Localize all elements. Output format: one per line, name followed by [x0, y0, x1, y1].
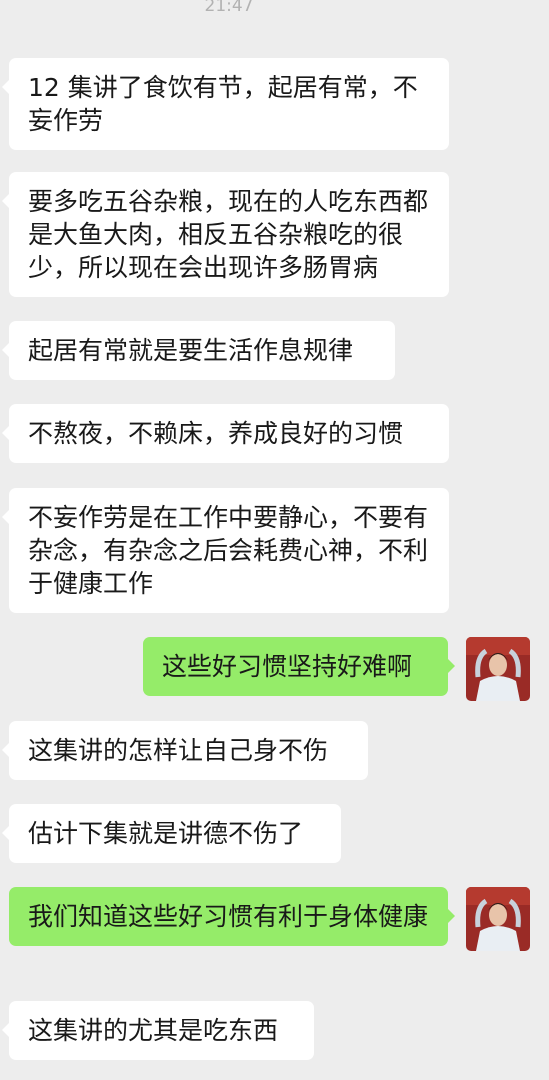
- message-bubble-outgoing[interactable]: 这些好习惯坚持好难啊: [143, 637, 455, 696]
- message-bubble-incoming[interactable]: 不熬夜，不赖床，养成良好的习惯: [2, 404, 449, 463]
- user-avatar[interactable]: [466, 637, 530, 701]
- user-avatar-icon: [466, 887, 530, 951]
- user-avatar[interactable]: [466, 887, 530, 951]
- message-bubble-outgoing[interactable]: 我们知道这些好习惯有利于身体健康: [9, 887, 455, 946]
- message-bubble-incoming[interactable]: 不妄作劳是在工作中要静心，不要有杂念，有杂念之后会耗费心神，不利于健康工作: [2, 488, 449, 613]
- chat-timestamp: 21:47: [204, 0, 254, 16]
- user-avatar-icon: [466, 637, 530, 701]
- message-bubble-incoming[interactable]: 要多吃五谷杂粮，现在的人吃东西都是大鱼大肉，相反五谷杂粮吃的很少，所以现在会出现…: [2, 172, 449, 297]
- message-bubble-incoming[interactable]: 12 集讲了食饮有节，起居有常，不妄作劳: [2, 58, 449, 150]
- message-bubble-incoming[interactable]: 这集讲的怎样让自己身不伤: [2, 721, 368, 780]
- message-bubble-incoming[interactable]: 起居有常就是要生活作息规律: [2, 321, 395, 380]
- message-bubble-incoming[interactable]: 估计下集就是讲德不伤了: [2, 804, 341, 863]
- message-bubble-incoming[interactable]: 这集讲的尤其是吃东西: [2, 1001, 314, 1060]
